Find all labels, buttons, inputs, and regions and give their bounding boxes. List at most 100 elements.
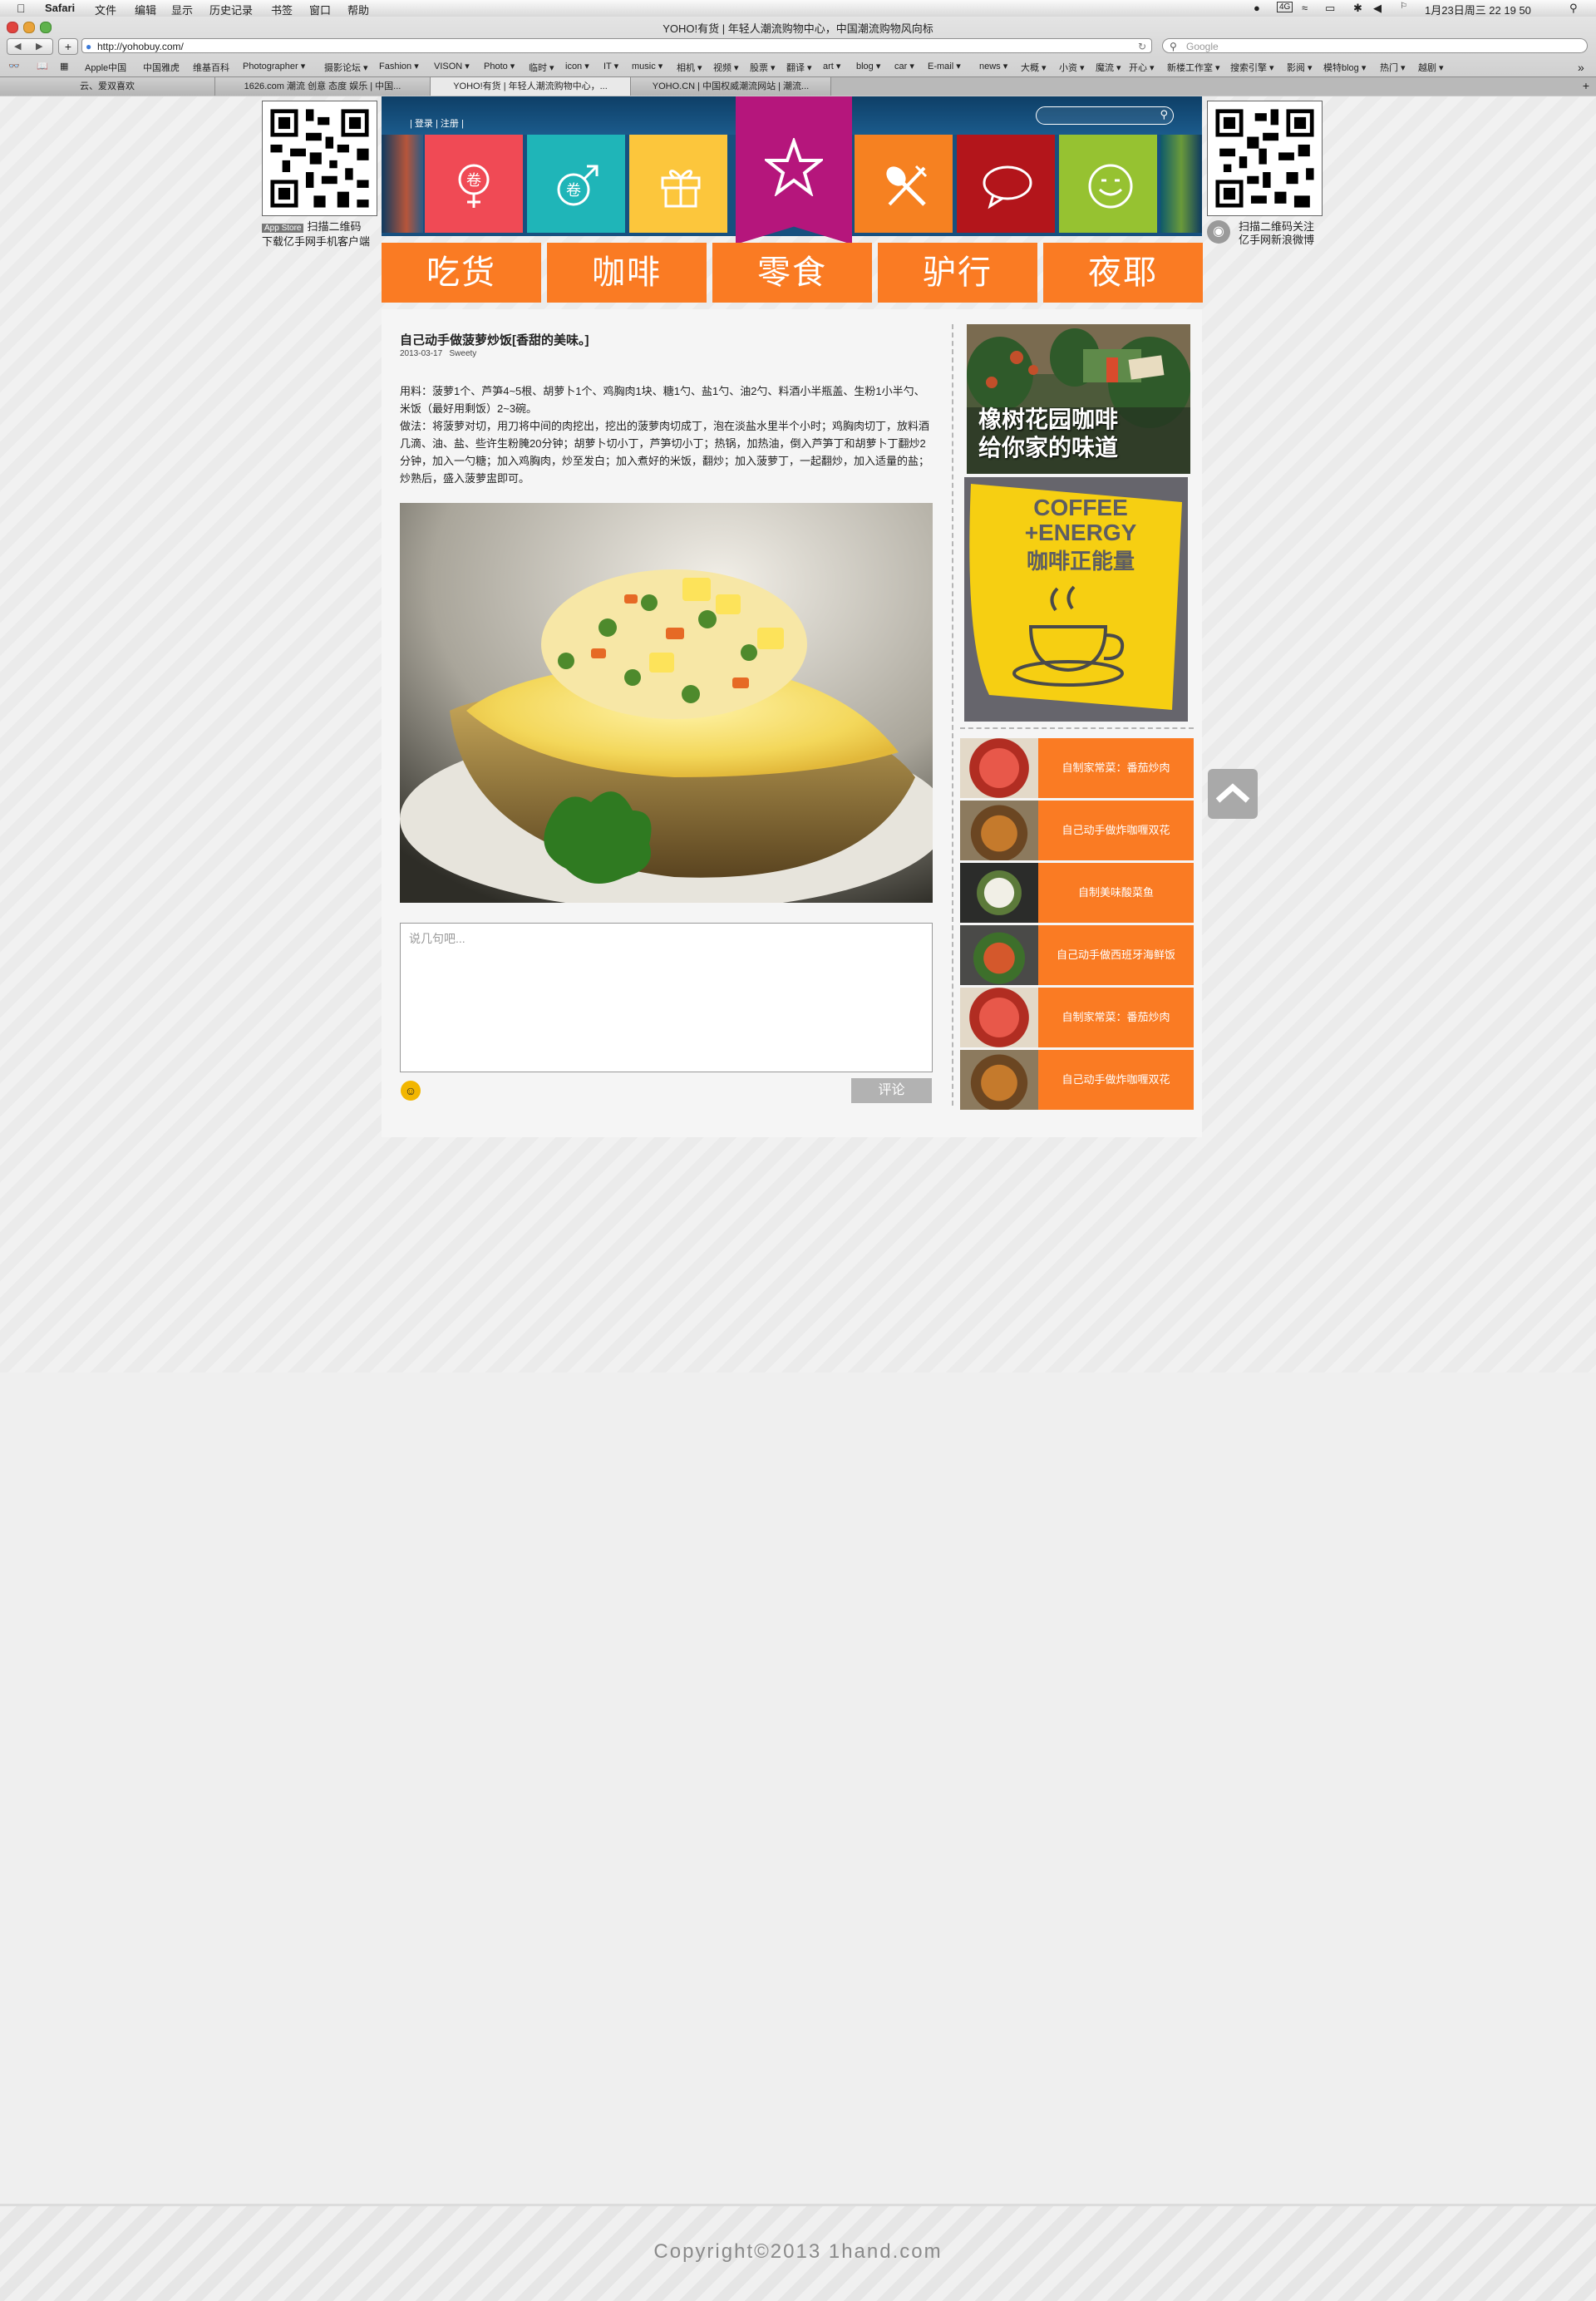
recipe-link[interactable]: 自己动手做西班牙海鲜饭 xyxy=(1038,925,1194,985)
menu-file[interactable]: 文件 xyxy=(95,2,116,17)
recipe-link[interactable]: 自制家常菜：番茄炒肉 xyxy=(1038,738,1194,798)
forward-arrow-icon[interactable]: ▶ xyxy=(36,41,42,52)
login-link[interactable]: 登录 xyxy=(415,119,433,129)
recipe-link[interactable]: 自己动手做炸咖喱双花 xyxy=(1038,1050,1194,1110)
spotlight-icon[interactable]: ⚲ xyxy=(1569,2,1578,15)
browser-tab[interactable]: 1626.com 潮流 创意 态度 娱乐 | 中国... xyxy=(215,77,431,96)
address-bar[interactable]: ● http://yohobuy.com/ ↻ xyxy=(81,38,1152,53)
bookmark-item[interactable]: car ▾ xyxy=(894,61,914,71)
browser-search-field[interactable]: ⚲ Google xyxy=(1162,38,1588,53)
bookmark-item[interactable]: E-mail ▾ xyxy=(928,61,961,71)
nav-tile-male[interactable]: 卷 xyxy=(527,135,625,233)
recipe-link[interactable]: 自制美味酸菜鱼 xyxy=(1038,863,1194,923)
category-tab-night[interactable]: 夜耶 xyxy=(1043,243,1203,303)
weibo-icon[interactable]: ◉ xyxy=(1207,220,1230,244)
menu-history[interactable]: 历史记录 xyxy=(209,2,253,17)
menu-view[interactable]: 显示 xyxy=(171,2,193,17)
bookmark-item[interactable]: blog ▾ xyxy=(856,61,880,71)
bookmark-item[interactable]: 开心 ▾ xyxy=(1129,61,1155,74)
browser-tab[interactable]: 云、爱双喜欢 xyxy=(0,77,215,96)
nav-tile-female[interactable]: 卷 xyxy=(425,135,523,233)
bookmark-item[interactable]: 魔流 ▾ xyxy=(1096,61,1121,74)
bookmark-item[interactable]: 翻译 ▾ xyxy=(786,61,812,74)
back-to-top-button[interactable] xyxy=(1208,769,1258,819)
bookmark-item[interactable]: 股票 ▾ xyxy=(750,61,776,74)
bookmark-item[interactable]: 视频 ▾ xyxy=(713,61,739,74)
browser-tab-active[interactable]: YOHO!有货 | 年轻人潮流购物中心，... xyxy=(431,77,631,96)
apple-icon[interactable]:  xyxy=(17,2,26,15)
list-item[interactable]: 自制美味酸菜鱼 xyxy=(960,863,1194,923)
bookmark-item[interactable]: 影阅 ▾ xyxy=(1287,61,1313,74)
bookmark-item[interactable]: 新楼工作室 ▾ xyxy=(1167,61,1220,74)
site-search-input[interactable]: ⚲ xyxy=(1036,106,1174,125)
menu-clock[interactable]: 1月23日周三 22 19 50 xyxy=(1425,2,1531,17)
back-arrow-icon[interactable]: ◀ xyxy=(14,41,21,52)
search-icon[interactable]: ⚲ xyxy=(1160,108,1168,121)
category-tab-travel[interactable]: 驴行 xyxy=(878,243,1037,303)
browser-tab[interactable]: YOHO.CN | 中国权威潮流网站 | 潮流... xyxy=(631,77,831,96)
reload-icon[interactable]: ↻ xyxy=(1138,39,1146,54)
ad-banner-coffee-energy[interactable]: COFFEE +ENERGY 咖啡正能量 xyxy=(964,477,1188,722)
comment-textarea[interactable]: 说几句吧... xyxy=(400,923,933,1072)
recipe-link[interactable]: 自己动手做炸咖喱双花 xyxy=(1038,801,1194,860)
bookmark-item[interactable]: 越剧 ▾ xyxy=(1418,61,1444,74)
nav-tile-gift[interactable] xyxy=(629,135,727,233)
register-link[interactable]: 注册 xyxy=(441,119,459,129)
category-tab-foodie[interactable]: 吃货 xyxy=(382,243,541,303)
category-tab-snacks[interactable]: 零食 xyxy=(712,243,872,303)
battery-meter-icon[interactable]: 4G xyxy=(1277,2,1293,12)
menu-help[interactable]: 帮助 xyxy=(347,2,369,17)
bookmark-item[interactable]: 搜索引擎 ▾ xyxy=(1230,61,1274,74)
bookmark-item[interactable]: 摄影论坛 ▾ xyxy=(324,61,368,74)
nav-tile-chat[interactable] xyxy=(957,135,1055,233)
reading-list-icon[interactable]: 👓 xyxy=(8,61,20,71)
article-author[interactable]: Sweety xyxy=(450,349,477,358)
submit-comment-button[interactable]: 评论 xyxy=(851,1078,932,1103)
bookmark-item[interactable]: IT ▾ xyxy=(603,61,618,71)
bookmark-item[interactable]: music ▾ xyxy=(632,61,663,71)
bookmark-item[interactable]: icon ▾ xyxy=(565,61,589,71)
bookmark-item[interactable]: 维基百科 xyxy=(193,61,229,74)
bookmark-item[interactable]: 大概 ▾ xyxy=(1021,61,1047,74)
bluetooth-icon[interactable]: ✱ xyxy=(1353,2,1362,15)
ad-banner-cafe[interactable]: 橡树花园咖啡 给你家的味道 xyxy=(967,324,1190,474)
more-bookmarks-icon[interactable]: » xyxy=(1578,61,1584,74)
bookmark-item[interactable]: Apple中国 xyxy=(85,61,126,74)
recipe-link[interactable]: 自制家常菜：番茄炒肉 xyxy=(1038,988,1194,1047)
add-bookmark-button[interactable]: + xyxy=(58,38,78,55)
list-item[interactable]: 自制家常菜：番茄炒肉 xyxy=(960,738,1194,798)
list-item[interactable]: 自己动手做炸咖喱双花 xyxy=(960,801,1194,860)
menu-edit[interactable]: 编辑 xyxy=(135,2,156,17)
bookmark-item[interactable]: 热门 ▾ xyxy=(1380,61,1406,74)
volume-icon[interactable]: ◀ xyxy=(1373,2,1382,15)
display-icon[interactable]: ▭ xyxy=(1325,2,1335,15)
bookmark-item[interactable]: 小资 ▾ xyxy=(1059,61,1085,74)
bookmark-item[interactable]: Photo ▾ xyxy=(484,61,515,71)
wifi-icon[interactable]: ≈ xyxy=(1302,2,1308,14)
bookmark-item[interactable]: Photographer ▾ xyxy=(243,61,305,71)
new-tab-icon[interactable]: + xyxy=(1583,79,1589,92)
nav-tile-fun[interactable] xyxy=(1059,135,1157,233)
bookmark-item[interactable]: news ▾ xyxy=(979,61,1007,71)
qq-icon[interactable]: ● xyxy=(1254,2,1260,14)
bookmark-item[interactable]: art ▾ xyxy=(823,61,840,71)
bookmark-item[interactable]: Fashion ▾ xyxy=(379,61,419,71)
bookmark-item[interactable]: VISON ▾ xyxy=(434,61,470,71)
list-item[interactable]: 自制家常菜：番茄炒肉 xyxy=(960,988,1194,1047)
menu-window[interactable]: 窗口 xyxy=(309,2,331,17)
bookmark-item[interactable]: 相机 ▾ xyxy=(677,61,702,74)
list-item[interactable]: 自己动手做炸咖喱双花 xyxy=(960,1050,1194,1110)
emoji-picker-icon[interactable]: ☺ xyxy=(401,1081,421,1101)
app-store-badge[interactable]: App Store xyxy=(262,224,304,233)
category-tab-coffee[interactable]: 咖啡 xyxy=(547,243,707,303)
bookmark-item[interactable]: 中国雅虎 xyxy=(143,61,180,74)
nav-tile-featured[interactable] xyxy=(736,96,852,244)
flag-icon[interactable]: ⚐ xyxy=(1400,2,1407,11)
menu-bookmarks[interactable]: 书签 xyxy=(271,2,293,17)
open-book-icon[interactable]: 📖 xyxy=(37,61,48,71)
bookmark-item[interactable]: 模特blog ▾ xyxy=(1323,61,1366,74)
list-item[interactable]: 自己动手做西班牙海鲜饭 xyxy=(960,925,1194,985)
menu-app-name[interactable]: Safari xyxy=(45,2,75,14)
top-sites-grid-icon[interactable]: ▦ xyxy=(60,61,68,71)
nav-tile-food[interactable] xyxy=(855,135,953,233)
